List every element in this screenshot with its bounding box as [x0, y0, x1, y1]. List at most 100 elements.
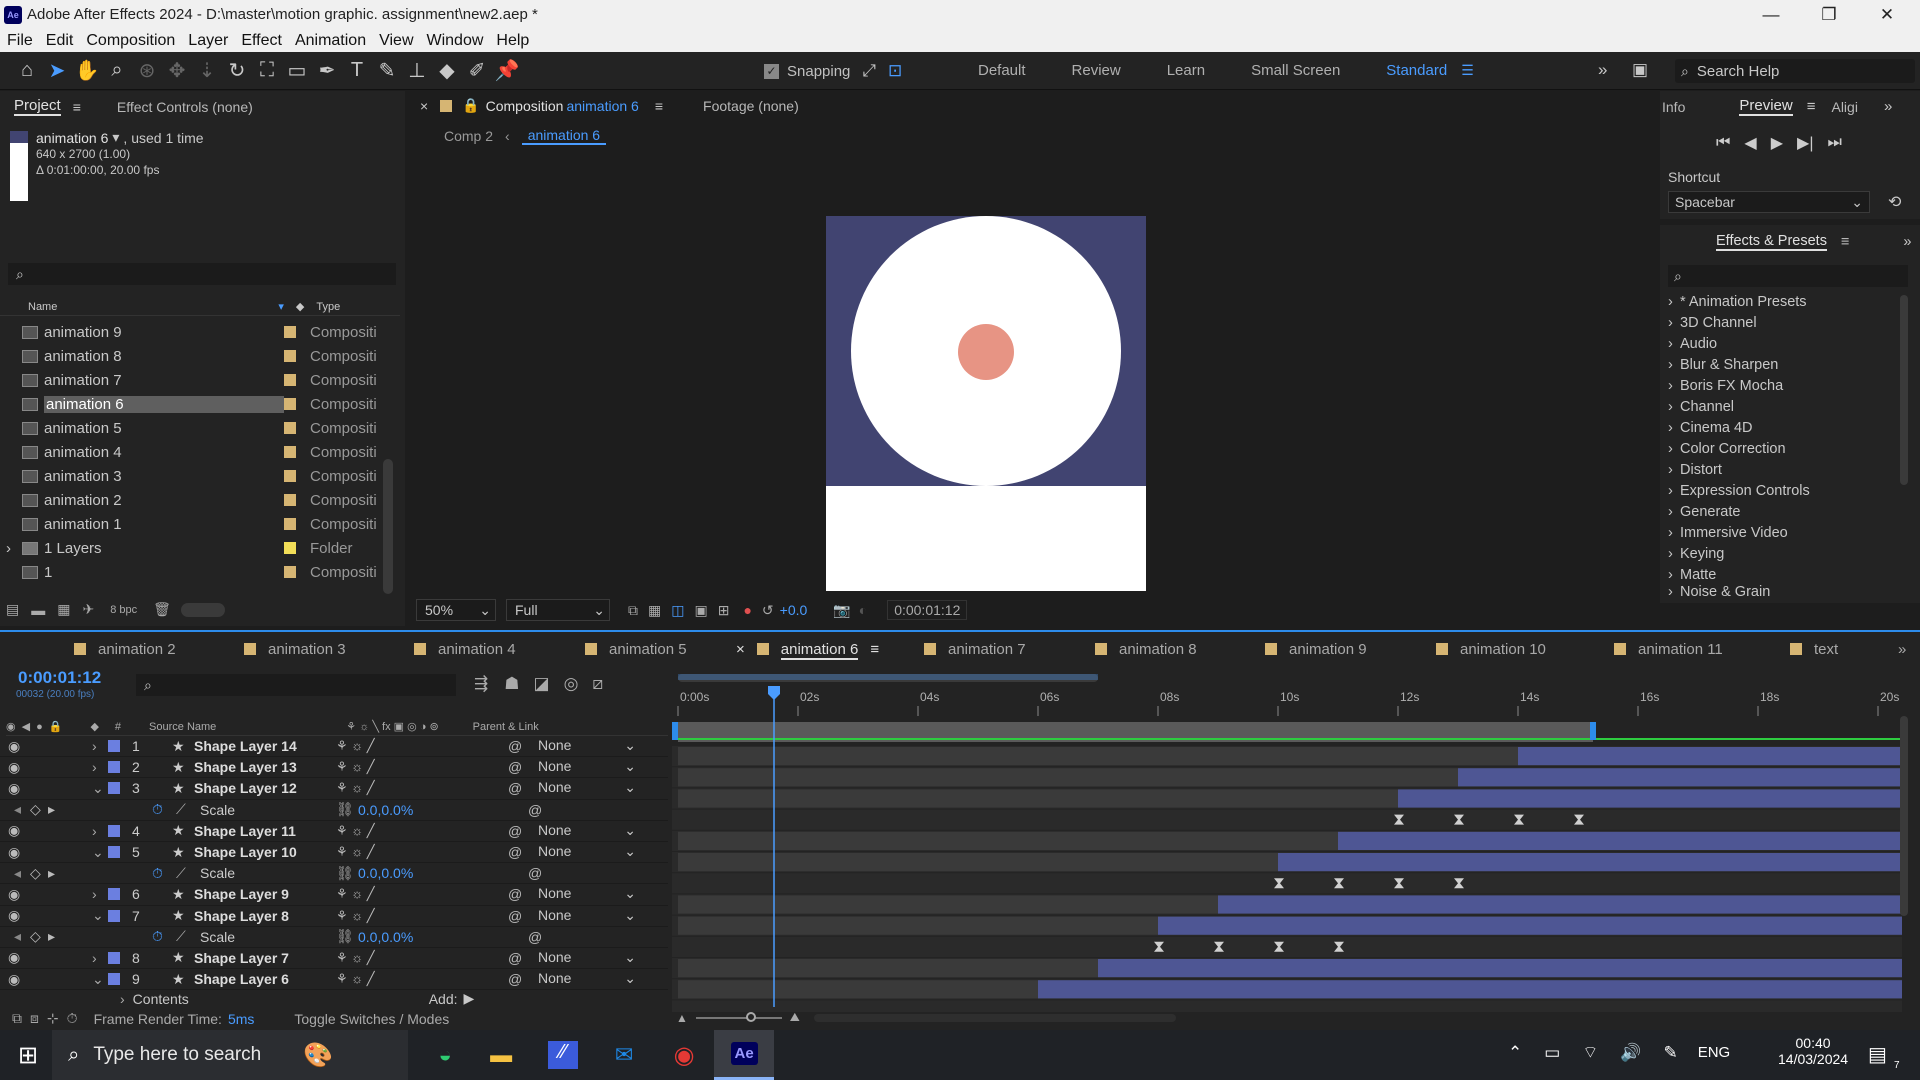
time-graph-svg[interactable]: 0:00s 02s 04s 06s 08s 10s 12s 14s 16s 18s 20s	[672, 672, 1908, 1022]
layer-switches[interactable]: ⚘ ☼ ╱	[336, 886, 375, 902]
graph-icon[interactable]: ⟋	[176, 801, 186, 818]
last-frame-icon[interactable]: ⏭	[1828, 134, 1842, 152]
preview-menu-icon[interactable]: ≡	[1807, 98, 1816, 115]
twirl-icon[interactable]: ⌄	[92, 780, 104, 797]
constrain-link-icon[interactable]: ⛓	[336, 865, 354, 882]
pen-tool-icon[interactable]: ✒	[312, 58, 342, 83]
parent-dropdown[interactable]: None ⌄	[530, 779, 640, 797]
layer-row[interactable]: ◉ ⌄ 7 ★ Shape Layer 8 ⚘ ☼ ╱ @ None ⌄	[0, 906, 668, 927]
layer-row[interactable]: ◉ › 4 ★ Shape Layer 11 ⚘ ☼ ╱ @ None ⌄	[0, 821, 668, 842]
play-icon[interactable]: ▶	[1771, 133, 1783, 153]
mask-visibility-icon[interactable]: ◫	[671, 602, 684, 619]
graph-icon[interactable]: ⟋	[176, 865, 186, 882]
eye-icon[interactable]: ◉	[8, 886, 20, 903]
tab-align[interactable]: Aligi	[1831, 99, 1857, 115]
add-keyframe-icon[interactable]: ◇	[30, 801, 41, 818]
file-explorer-icon[interactable]: ▬	[470, 1042, 532, 1068]
scale-value[interactable]: 0.0,0.0%	[358, 929, 413, 945]
pickwhip-icon[interactable]: @	[508, 759, 522, 775]
tab-animation-7[interactable]: animation 7	[924, 641, 1026, 658]
reset-shortcut-icon[interactable]: ⟲	[1888, 192, 1901, 212]
dolly-tool-icon[interactable]: ⇣	[192, 58, 222, 83]
project-search-input[interactable]: ⌕	[8, 263, 396, 285]
property-row-scale[interactable]: ◂ ◇ ▸ ⏱ ⟋ Scale ⛓ 0.0,0.0% @	[0, 927, 668, 948]
expression-pickwhip-icon[interactable]: @	[528, 802, 542, 818]
project-item[interactable]: animation 1 Compositi	[0, 512, 400, 536]
menu-layer[interactable]: Layer	[188, 32, 228, 50]
label-color-chip[interactable]	[108, 973, 120, 986]
next-keyframe-icon[interactable]: ▸	[48, 928, 55, 945]
layer-name[interactable]: Shape Layer 13	[194, 759, 297, 775]
toggle-switches-modes[interactable]: Toggle Switches / Modes	[294, 1011, 449, 1027]
layer-name[interactable]: Shape Layer 14	[194, 738, 297, 754]
eye-icon[interactable]: ◉	[8, 844, 20, 861]
label-color-chip[interactable]	[108, 782, 120, 795]
layer-row[interactable]: ◉ ⌄ 5 ★ Shape Layer 10 ⚘ ☼ ╱ @ None ⌄	[0, 842, 668, 864]
twirl-icon[interactable]: ›	[92, 950, 97, 966]
bit-depth-button[interactable]: 8 bpc	[110, 604, 137, 616]
menu-help[interactable]: Help	[496, 32, 529, 50]
add-keyframe-icon[interactable]: ◇	[30, 928, 41, 945]
project-menu-icon[interactable]: ≡	[73, 99, 81, 115]
shortcut-dropdown[interactable]: Spacebar ⌄	[1668, 191, 1870, 213]
menu-composition[interactable]: Composition	[86, 32, 175, 50]
home-icon[interactable]: ⌂	[12, 59, 42, 82]
layer-row[interactable]: ◉ ⌄ 9 ★ Shape Layer 6 ⚘ ☼ ╱ @ None ⌄	[0, 969, 668, 991]
tab-animation-6[interactable]: × animation 6 ≡	[736, 640, 879, 660]
render-time-icon[interactable]: ⏱	[67, 1010, 78, 1027]
expand-modes-icon[interactable]: ⧉	[12, 1010, 22, 1027]
layer-switches[interactable]: ⚘ ☼ ╱	[336, 950, 375, 966]
graph-editor-icon[interactable]: ⧄	[592, 674, 603, 694]
transparency-grid-icon[interactable]: ▦	[648, 602, 661, 619]
label-color-chip[interactable]	[108, 951, 120, 964]
twirl-icon[interactable]: ›	[92, 823, 97, 839]
next-frame-icon[interactable]: ▶︎|	[1797, 133, 1813, 153]
project-item-selected[interactable]: animation 6 Compositi	[0, 392, 400, 416]
composition-tab-label[interactable]: Composition	[486, 98, 564, 114]
layer-name[interactable]: Shape Layer 10	[194, 844, 297, 860]
layer-name[interactable]: Shape Layer 11	[194, 823, 296, 839]
workspace-small-screen[interactable]: Small Screen	[1251, 62, 1340, 79]
add-keyframe-icon[interactable]: ◇	[30, 865, 41, 882]
taskbar-search[interactable]: ⌕ Type here to search 🎨	[52, 1030, 409, 1080]
parent-dropdown[interactable]: None ⌄	[530, 949, 640, 967]
project-item[interactable]: animation 8 Compositi	[0, 344, 400, 368]
trash-icon[interactable]: 🗑	[153, 601, 171, 618]
snapshot-camera-icon[interactable]: 📷	[833, 602, 850, 619]
property-row-scale[interactable]: ◂ ◇ ▸ ⏱ ⟋ Scale ⛓ 0.0,0.0% @	[0, 863, 668, 885]
add-content-button[interactable]: ▶	[464, 990, 475, 1007]
next-keyframe-icon[interactable]: ▸	[48, 865, 55, 882]
clone-stamp-icon[interactable]: ⊥	[402, 58, 432, 83]
zoom-out-icon[interactable]: ▲	[676, 1011, 688, 1025]
audio-switch-icon[interactable]: ◀	[22, 720, 30, 733]
snapping-checkbox[interactable]: ✓	[764, 63, 779, 79]
eye-icon[interactable]: ◉	[8, 907, 20, 924]
tab-effect-controls[interactable]: Effect Controls (none)	[117, 99, 253, 115]
snap-options-icon[interactable]: ⤢	[862, 61, 876, 81]
new-folder-icon[interactable]: ▬	[31, 602, 45, 618]
prev-keyframe-icon[interactable]: ◂	[14, 928, 21, 945]
fast-preview-icon[interactable]: ⧉	[628, 602, 638, 619]
eye-icon[interactable]: ◉	[8, 822, 20, 839]
search-help-field[interactable]: ⌕ Search Help	[1675, 59, 1915, 83]
effect-category[interactable]: › Distort	[1668, 459, 1898, 480]
composition-canvas[interactable]	[826, 216, 1146, 591]
workspace-learn[interactable]: Learn	[1167, 62, 1205, 79]
orbit-tool-icon[interactable]: ⊛	[132, 58, 162, 83]
show-hidden-icons[interactable]: ⌃	[1508, 1043, 1522, 1063]
pickwhip-icon[interactable]: @	[508, 780, 522, 796]
prev-keyframe-icon[interactable]: ◂	[14, 801, 21, 818]
parent-dropdown[interactable]: None ⌄	[530, 843, 640, 861]
label-color-chip[interactable]	[108, 909, 120, 922]
scale-value[interactable]: 0.0,0.0%	[358, 865, 413, 881]
close-button[interactable]: ✕	[1858, 0, 1916, 30]
magnification-dropdown[interactable]: 50% ⌄	[416, 599, 496, 621]
grid-guides-icon[interactable]: ⊞	[718, 602, 730, 619]
eye-icon[interactable]: ◉	[8, 759, 20, 776]
layer-name[interactable]: Shape Layer 8	[194, 908, 289, 924]
twirl-icon[interactable]: ›	[92, 738, 97, 754]
effect-category[interactable]: › Generate	[1668, 501, 1898, 522]
project-item[interactable]: animation 9 Compositi	[0, 320, 400, 344]
solo-switch-icon[interactable]: ●	[36, 721, 43, 733]
frame-blending-icon[interactable]: ◎	[564, 674, 579, 694]
